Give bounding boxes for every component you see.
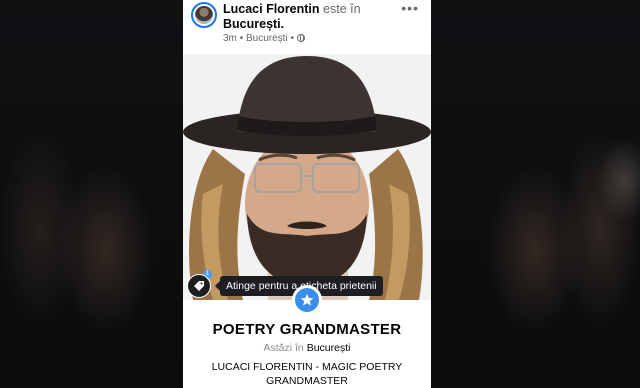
meta-location: București	[245, 33, 288, 44]
globe-icon	[296, 34, 305, 42]
tag-icon[interactable]	[187, 274, 211, 298]
post-caption: LUCACI FLORENTIN - MAGIC POETRY GRANDMAS…	[211, 361, 403, 387]
meta-separator: •	[290, 33, 294, 44]
post-time[interactable]: 3m	[223, 33, 237, 44]
date-prefix: Astăzi în	[263, 342, 304, 354]
place-date: Astăzi în București	[183, 342, 431, 354]
checkin-post: Lucaci Florentin este în București. 3m •…	[183, 0, 431, 388]
checkin-verb: este în	[323, 2, 361, 16]
post-photo[interactable]	[183, 54, 431, 300]
avatar[interactable]	[191, 2, 217, 28]
post-header: Lucaci Florentin este în București. 3m •…	[183, 0, 431, 54]
author-name[interactable]: Lucaci Florentin	[223, 2, 320, 16]
post-title: Lucaci Florentin este în	[223, 2, 361, 16]
place-city: București	[306, 342, 351, 354]
star-pin-icon	[292, 285, 322, 315]
portrait-image	[183, 56, 431, 300]
meta-separator: •	[239, 33, 244, 44]
more-options-icon[interactable]: •••	[401, 0, 419, 16]
checkin-location[interactable]: București.	[223, 17, 284, 31]
post-meta: 3m • București •	[223, 33, 305, 44]
place-name[interactable]: POETRY GRANDMASTER	[183, 321, 431, 338]
